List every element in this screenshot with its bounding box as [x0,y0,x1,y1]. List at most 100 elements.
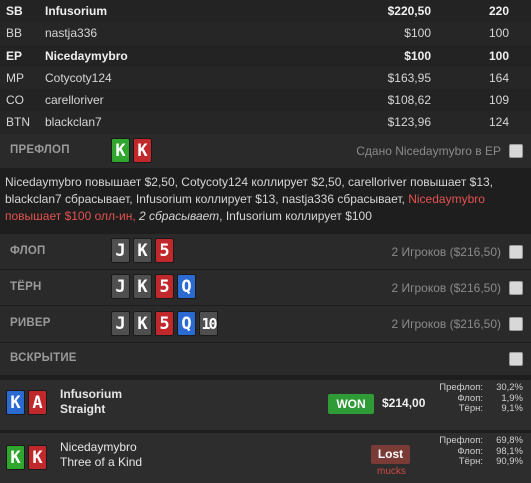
player-row[interactable]: SB Infusorium $220,50 220 [0,0,531,23]
card: K [6,390,25,415]
hole-cards: K K [111,138,152,163]
player-row[interactable]: BB nastja336 $100 100 [0,22,531,45]
player-chips: 100 [488,48,509,63]
card: 5 [155,238,174,263]
player-position: EP [6,48,23,63]
lost-badge: Lost [371,445,410,464]
card: 10 [199,311,218,336]
board-cards: J K 5 [111,238,174,263]
card: K [111,138,130,163]
player-amount: $100 [404,26,431,41]
player-chips: 220 [488,4,509,18]
preflop-checkbox[interactable] [509,144,523,158]
player-position: BTN [6,115,30,130]
players-table: SB Infusorium $220,50 220 BB nastja336 $… [0,0,531,134]
player-row[interactable]: MP Cotycoty124 $163,95 164 [0,66,531,90]
action-folds: 2 сбрасывает [139,209,220,223]
equity-label: Тёрн: [458,456,483,467]
card: Q [177,274,196,299]
equity-value: 9,1% [501,403,523,414]
player-chips: 124 [488,115,509,130]
card: 5 [155,274,174,299]
flop-checkbox[interactable] [509,245,523,259]
card: 5 [155,311,174,336]
player-name: blackclan7 [45,115,102,130]
card: K [133,238,152,263]
turn-row: ТЁРН J K 5 Q 2 Игроков ($216,50) [0,270,531,305]
player-amount: $163,95 [387,70,431,85]
action-text: blackclan7 сбрасывает, Infusorium коллир… [5,192,409,206]
showdown-row: ВСКРЫТИЕ [0,343,531,375]
equity-label: Тёрн: [458,403,483,414]
card: K [6,445,25,470]
equity-value: 90,9% [496,456,523,467]
showdown-label: ВСКРЫТИЕ [10,352,77,364]
card: J [111,311,130,336]
player-position: CO [6,93,24,108]
river-label: РИВЕР [10,317,51,329]
preflop-label: ПРЕФЛОП [10,144,70,156]
equity-stats: Префлоп: 69,8% Флоп: 98,1% Тёрн: 90,9% [439,435,523,468]
action-line: Nicedaymybro повышает $2,50, Cotycoty124… [5,175,493,189]
card: A [28,390,47,415]
player-amount: $123,96 [387,115,431,130]
player-position: MP [6,70,24,85]
shown-cards: K K [6,445,47,470]
player-name: Infusorium [45,4,107,18]
won-amount: $214,00 [382,396,426,410]
pot-info: 2 Игроков ($216,50) [391,281,502,295]
pot-info: 2 Игроков ($216,50) [391,245,502,259]
hand-rank: Three of a Kind [60,455,143,469]
river-checkbox[interactable] [509,317,523,331]
card: K [133,311,152,336]
showdown-checkbox[interactable] [509,352,523,366]
flop-label: ФЛОП [10,245,46,257]
board-cards: J K 5 Q [111,274,196,299]
board-cards: J K 5 Q 10 [111,311,218,336]
equity-label: Префлоп: [439,435,483,446]
player-chips: 164 [488,70,509,85]
player-position: SB [6,4,23,18]
equity-label: Префлоп: [439,382,483,393]
won-badge: WON [328,394,374,414]
preflop-actions: Nicedaymybro повышает $2,50, Cotycoty124… [5,174,527,225]
player-chips: 109 [488,93,509,108]
equity-stats: Префлоп: 30,2% Флоп: 1,9% Тёрн: 9,1% [439,382,523,415]
action-highlight: повышает $100 олл-ин, [5,209,140,223]
action-line: blackclan7 сбрасывает, Infusorium коллир… [5,191,527,208]
flop-row: ФЛОП J K 5 2 Игроков ($216,50) [0,234,531,269]
shown-cards: K A [6,390,47,415]
card: Q [177,311,196,336]
river-row: РИВЕР J K 5 Q 10 2 Игроков ($216,50) [0,306,531,342]
player-name: nastja336 [45,26,98,41]
player-name: Infusorium [60,387,122,401]
pot-info: 2 Игроков ($216,50) [391,317,502,331]
card: K [133,138,152,163]
card: J [111,238,130,263]
player-row[interactable]: BTN blackclan7 $123,96 124 [0,111,531,134]
equity-value: 69,8% [496,435,523,446]
dealt-info: Сдано Nicedaymybro в EP [356,144,501,158]
result-winner: K A Infusorium Straight WON $214,00 Преф… [0,380,531,430]
card: J [111,274,130,299]
hand-rank: Straight [60,402,106,416]
result-player: Nicedaymybro Three of a Kind [60,440,142,470]
turn-checkbox[interactable] [509,281,523,295]
player-chips: 100 [488,26,509,41]
result-loser: K K Nicedaymybro Three of a Kind Lost mu… [0,433,531,483]
card: K [28,445,47,470]
player-row[interactable]: CO carelloriver $108,62 109 [0,89,531,112]
player-row[interactable]: EP Nicedaymybro $100 100 [0,44,531,67]
player-position: BB [6,26,23,41]
equity-value: 30,2% [496,382,523,393]
player-name: Nicedaymybro [60,440,137,454]
action-line: повышает $100 олл-ин, 2 сбрасывает, Infu… [5,208,527,225]
turn-label: ТЁРН [10,281,42,293]
player-amount: $220,50 [387,4,431,18]
action-highlight: Nicedaymybro [408,192,485,206]
card: K [133,274,152,299]
player-amount: $100 [404,48,431,63]
player-name: carelloriver [45,93,104,108]
action-text: , Infusorium коллирует $100 [219,209,372,223]
mucks-note: mucks [377,466,406,477]
